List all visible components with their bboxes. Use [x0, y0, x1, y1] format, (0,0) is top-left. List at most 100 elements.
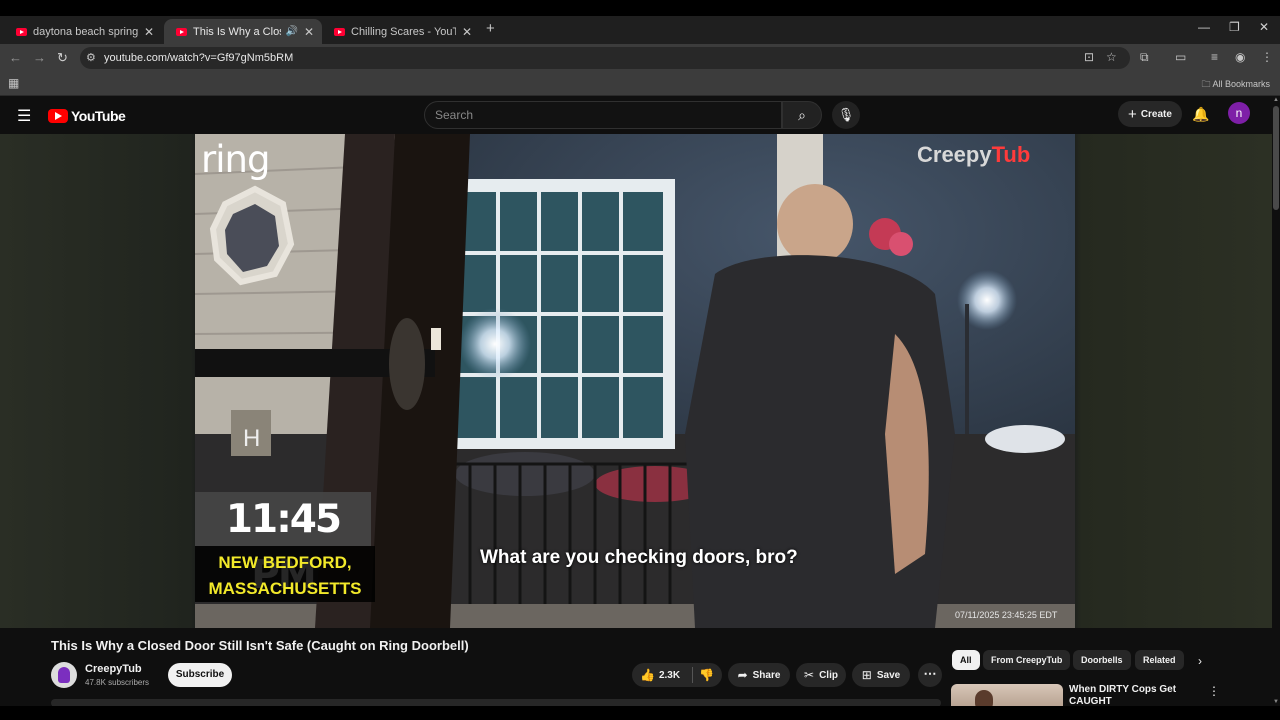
location-line-2: MASSACHUSETTS: [208, 579, 362, 598]
more-actions-button[interactable]: ⋯: [918, 663, 942, 687]
location-line-1: NEW BEDFORD,: [218, 553, 352, 572]
cast-icon[interactable]: ▭: [1175, 50, 1186, 64]
browser-tab[interactable]: Chilling Scares - YouTube ✕: [322, 19, 480, 44]
scroll-down-icon[interactable]: ▼: [1273, 699, 1279, 705]
video-time-caption: 11:45 PM: [195, 492, 371, 598]
subscriber-count: 47.8K subscribers: [85, 678, 150, 687]
dislike-button[interactable]: 👎: [699, 668, 714, 682]
channel-avatar[interactable]: [51, 662, 77, 688]
chip-all[interactable]: All: [952, 650, 980, 670]
svg-text:H: H: [243, 425, 260, 452]
forward-icon[interactable]: →: [33, 50, 46, 65]
clip-label: Clip: [819, 669, 838, 681]
close-tab-icon[interactable]: ✕: [304, 25, 314, 39]
subscribe-button[interactable]: Subscribe: [168, 663, 232, 687]
site-info-icon[interactable]: ⚙: [86, 51, 96, 64]
related-video-menu-icon[interactable]: ⋮: [1208, 684, 1220, 698]
notifications-bell-icon[interactable]: 🔔: [1192, 106, 1209, 123]
related-video-title[interactable]: When DIRTY Cops Get CAUGHT: [1069, 684, 1199, 706]
close-tab-icon[interactable]: ✕: [144, 25, 154, 39]
search-input[interactable]: [433, 106, 763, 124]
youtube-favicon-icon: [334, 27, 345, 36]
chip-related[interactable]: Related: [1135, 650, 1184, 670]
like-button[interactable]: 👍 2.3K: [640, 668, 680, 682]
chip-doorbells[interactable]: Doorbells: [1073, 650, 1131, 670]
minimize-icon[interactable]: —: [1198, 20, 1210, 34]
thumbs-up-icon: 👍: [640, 668, 655, 682]
folder-icon: 🗀: [1201, 79, 1211, 89]
restore-icon[interactable]: ❐: [1229, 20, 1240, 34]
search-button[interactable]: ⌕: [782, 101, 822, 129]
save-playlist-icon: ⊞: [861, 668, 872, 682]
chip-from-creepytub[interactable]: From CreepyTub: [983, 650, 1071, 670]
new-tab-icon[interactable]: +: [486, 20, 495, 37]
close-window-icon[interactable]: ✕: [1259, 20, 1269, 34]
create-button[interactable]: + Create: [1118, 101, 1182, 127]
microphone-icon: 🎙: [837, 107, 855, 122]
like-count: 2.3K: [658, 669, 681, 681]
save-label: Save: [876, 669, 901, 681]
all-bookmarks-label: All Bookmarks: [1212, 79, 1270, 89]
like-dislike-group: 👍 2.3K 👎: [632, 663, 722, 687]
camera-timestamp: 07/11/2025 23:45:25 EDT: [955, 610, 1058, 620]
channel-watermark: CreepyTub: [917, 142, 1030, 168]
search-box[interactable]: [424, 101, 782, 129]
watermark-creepy: Creepy: [917, 142, 992, 167]
more-horizontal-icon: ⋯: [923, 666, 937, 681]
address-bar[interactable]: ⚙ youtube.com/watch?v=Gf97gNm5bRM ⊡ ☆: [80, 47, 1130, 69]
url-text[interactable]: youtube.com/watch?v=Gf97gNm5bRM: [104, 52, 293, 64]
profile-icon[interactable]: ◉: [1235, 50, 1245, 64]
scroll-up-icon[interactable]: ▲: [1273, 97, 1279, 103]
extensions-icon[interactable]: ⧉: [1140, 50, 1149, 65]
clip-button[interactable]: ✂ Clip: [796, 663, 846, 687]
tab-title: daytona beach spring break 20: [33, 25, 138, 38]
youtube-favicon-icon: [176, 27, 187, 36]
video-title: This Is Why a Closed Door Still Isn't Sa…: [51, 638, 469, 653]
apps-grid-icon[interactable]: ▦: [8, 76, 19, 90]
thumbs-down-icon: 👎: [699, 668, 714, 682]
screen-bottom-strip: [0, 706, 1280, 720]
browser-tab-bar: daytona beach spring break 20 ✕ This Is …: [0, 16, 1280, 44]
ring-brand-logo: ring: [201, 138, 270, 181]
bookmark-star-icon[interactable]: ☆: [1106, 50, 1117, 64]
tab-title: This Is Why a Closed Door S: [193, 25, 281, 38]
youtube-header: ☰ YouTube ⌕ 🎙 + Create 🔔 n: [0, 96, 1272, 134]
youtube-play-logo-icon: [48, 109, 68, 123]
watermark-tub: Tub: [991, 142, 1031, 167]
share-button[interactable]: ➦ Share: [728, 663, 790, 687]
browser-tab-active[interactable]: This Is Why a Closed Door S 🔊 ✕: [164, 19, 322, 44]
close-tab-icon[interactable]: ✕: [462, 25, 472, 39]
youtube-logo-text: YouTube: [71, 108, 126, 124]
scrollbar-thumb[interactable]: [1273, 106, 1279, 210]
browser-menu-icon[interactable]: ⋮: [1261, 50, 1273, 64]
youtube-logo[interactable]: YouTube: [48, 108, 126, 124]
tab-title: Chilling Scares - YouTube: [351, 25, 456, 38]
youtube-favicon-icon: [16, 27, 27, 36]
speaker-icon[interactable]: 🔊: [285, 26, 297, 37]
screen-top-strip: [0, 0, 1280, 16]
chevron-right-icon[interactable]: ›: [1198, 654, 1202, 668]
browser-tab[interactable]: daytona beach spring break 20 ✕: [4, 19, 162, 44]
reload-icon[interactable]: ↻: [57, 50, 68, 66]
video-player[interactable]: H ring CreepyTub 11:45 PM NEW BEDFORD, M…: [195, 134, 1075, 628]
back-icon[interactable]: ←: [9, 50, 22, 65]
account-avatar[interactable]: n: [1228, 102, 1250, 124]
plus-icon: +: [1128, 105, 1137, 123]
bookmarks-bar: ▦ 🗀 All Bookmarks: [0, 72, 1280, 96]
like-divider: [692, 667, 693, 683]
media-controls-icon[interactable]: ≡: [1211, 50, 1218, 64]
search-icon: ⌕: [798, 107, 806, 123]
hamburger-menu-icon[interactable]: ☰: [17, 106, 31, 126]
page-scrollbar[interactable]: ▲ ▼: [1272, 96, 1280, 706]
share-icon: ➦: [737, 668, 748, 682]
scissors-icon: ✂: [804, 668, 815, 682]
share-label: Share: [752, 669, 781, 681]
video-subtitle: What are you checking doors, bro?: [480, 547, 798, 568]
video-location-caption: NEW BEDFORD, MASSACHUSETTS: [195, 546, 375, 602]
voice-search-button[interactable]: 🎙: [832, 101, 860, 129]
install-app-icon[interactable]: ⊡: [1084, 50, 1094, 64]
save-button[interactable]: ⊞ Save: [852, 663, 910, 687]
browser-toolbar: ← → ↻ ⚙ youtube.com/watch?v=Gf97gNm5bRM …: [0, 44, 1280, 72]
all-bookmarks-button[interactable]: 🗀 All Bookmarks: [1201, 77, 1270, 93]
channel-name[interactable]: CreepyTub: [85, 663, 142, 675]
